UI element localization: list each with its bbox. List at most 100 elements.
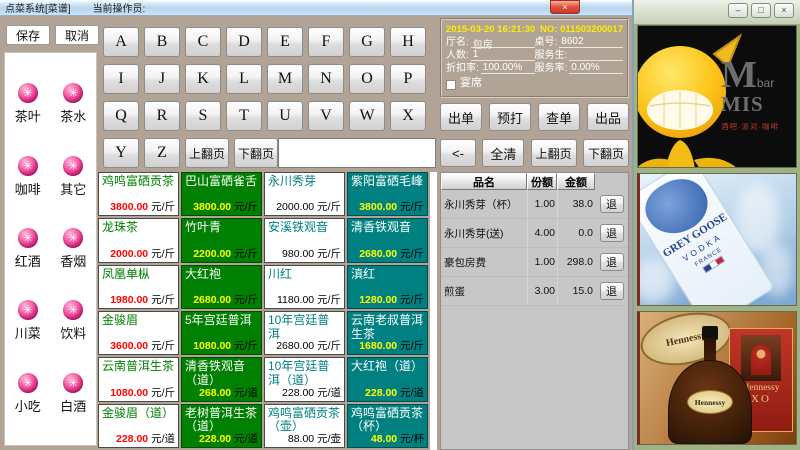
cancel-button[interactable]: 取消 bbox=[55, 25, 99, 45]
category-button[interactable]: ✳ 饮料 bbox=[60, 300, 86, 342]
menu-item-name: 滇红 bbox=[351, 268, 424, 282]
keyboard-key[interactable]: I bbox=[103, 64, 139, 94]
menu-item-price-row: 1180.00 元/斤 bbox=[277, 294, 341, 306]
menu-item-name: 竹叶青 bbox=[185, 221, 258, 235]
keyboard-key[interactable]: P bbox=[390, 64, 426, 94]
menu-item[interactable]: 云南老叔普洱生茶 1680.00 元/斤 bbox=[347, 311, 428, 355]
keyboard-key[interactable]: X bbox=[390, 101, 426, 131]
keyboard-key[interactable]: 下翻页 bbox=[234, 138, 278, 168]
keyboard-key[interactable]: V bbox=[308, 101, 344, 131]
menu-item[interactable]: 巴山富硒雀舌 3800.00 元/斤 bbox=[181, 172, 262, 216]
menu-item[interactable]: 永川秀芽 2000.00 元/斤 bbox=[264, 172, 345, 216]
menu-item[interactable]: 清香铁观音 2680.00 元/斤 bbox=[347, 218, 428, 262]
keyboard-key[interactable]: B bbox=[144, 27, 180, 57]
menu-item[interactable]: 大红袍 2680.00 元/斤 bbox=[181, 265, 262, 309]
minimize-button[interactable]: – bbox=[728, 3, 748, 18]
menu-item[interactable]: 鸡鸣富硒贡茶（杯） 48.00 元/杯 bbox=[347, 404, 428, 448]
category-button[interactable]: ✳ 茶水 bbox=[60, 83, 86, 125]
keyboard-key[interactable]: Z bbox=[144, 138, 180, 168]
menu-item-price-row: 3800.00 元/斤 bbox=[110, 201, 175, 213]
save-button[interactable]: 保存 bbox=[6, 25, 50, 45]
menu-item[interactable]: 金骏眉（道） 228.00 元/道 bbox=[98, 404, 179, 448]
menu-item[interactable]: 金骏眉 3600.00 元/斤 bbox=[98, 311, 179, 355]
search-input[interactable] bbox=[278, 138, 436, 168]
keyboard-key[interactable]: 上翻页 bbox=[185, 138, 229, 168]
category-label: 香烟 bbox=[60, 251, 86, 270]
category-button[interactable]: ✳ 川菜 bbox=[15, 300, 41, 342]
category-button[interactable]: ✳ 红酒 bbox=[15, 228, 41, 270]
category-button[interactable]: ✳ 茶叶 bbox=[15, 83, 41, 125]
action-button[interactable]: <- bbox=[440, 139, 476, 167]
category-button[interactable]: ✳ 其它 bbox=[60, 156, 86, 198]
menu-item[interactable]: 竹叶青 2200.00 元/斤 bbox=[181, 218, 262, 262]
menu-item[interactable]: 凤凰单枞 1980.00 元/斤 bbox=[98, 265, 179, 309]
menu-item-name: 紫阳富硒毛峰 bbox=[351, 175, 424, 189]
action-button[interactable]: 上翻页 bbox=[531, 139, 577, 167]
menu-item-name: 云南老叔普洱生茶 bbox=[351, 314, 424, 342]
menu-item-price-row: 980.00 元/斤 bbox=[282, 248, 341, 260]
restore-button[interactable]: □ bbox=[751, 3, 771, 18]
keyboard-key[interactable]: G bbox=[349, 27, 385, 57]
action-button[interactable]: 下翻页 bbox=[583, 139, 629, 167]
menu-item[interactable]: 10年宫廷普洱（道） 228.00 元/道 bbox=[264, 357, 345, 401]
order-item-qty: 1.00 bbox=[527, 190, 557, 218]
menu-item[interactable]: 安溪铁观音 980.00 元/斤 bbox=[264, 218, 345, 262]
menu-item[interactable]: 5年宫廷普洱 1080.00 元/斤 bbox=[181, 311, 262, 355]
return-item-button[interactable]: 退 bbox=[600, 224, 624, 242]
category-button[interactable]: ✳ 白酒 bbox=[60, 373, 86, 415]
menu-item[interactable]: 川红 1180.00 元/斤 bbox=[264, 265, 345, 309]
action-button[interactable]: 全清 bbox=[482, 139, 524, 167]
keyboard-key[interactable]: Y bbox=[103, 138, 139, 168]
menu-item[interactable]: 龙珠茶 2000.00 元/斤 bbox=[98, 218, 179, 262]
keyboard-key[interactable]: K bbox=[185, 64, 221, 94]
keyboard-key[interactable]: H bbox=[390, 27, 426, 57]
menu-item-price-row: 48.00 元/杯 bbox=[371, 433, 424, 445]
action-button[interactable]: 预打 bbox=[489, 103, 531, 131]
keyboard-key[interactable]: E bbox=[267, 27, 303, 57]
close-button[interactable]: × bbox=[774, 3, 794, 18]
menu-item[interactable]: 老树普洱生茶（道） 228.00 元/道 bbox=[181, 404, 262, 448]
keyboard-key[interactable]: L bbox=[226, 64, 262, 94]
menu-item[interactable]: 鸡鸣富硒贡茶 3800.00 元/斤 bbox=[98, 172, 179, 216]
keyboard-key[interactable]: D bbox=[226, 27, 262, 57]
category-button[interactable]: ✳ 小吃 bbox=[15, 373, 41, 415]
keyboard-key[interactable]: A bbox=[103, 27, 139, 57]
keyboard-key[interactable]: O bbox=[349, 64, 385, 94]
menu-item[interactable]: 云南普洱生茶 1080.00 元/斤 bbox=[98, 357, 179, 401]
return-item-button[interactable]: 退 bbox=[600, 282, 624, 300]
keyboard-key[interactable]: M bbox=[267, 64, 303, 94]
menu-item[interactable]: 大红袍（道） 228.00 元/道 bbox=[347, 357, 428, 401]
menu-item[interactable]: 鸡鸣富硒贡茶（壶） 88.00 元/壶 bbox=[264, 404, 345, 448]
app-close-button[interactable]: × bbox=[550, 0, 580, 14]
menu-item[interactable]: 紫阳富硒毛峰 3800.00 元/斤 bbox=[347, 172, 428, 216]
category-button[interactable]: ✳ 香烟 bbox=[60, 228, 86, 270]
keyboard-key[interactable]: F bbox=[308, 27, 344, 57]
keyboard-key[interactable]: S bbox=[185, 101, 221, 131]
category-button[interactable]: ✳ 咖啡 bbox=[15, 156, 41, 198]
keyboard-row-4: YZ上翻页下翻页 bbox=[103, 138, 278, 168]
keyboard-key[interactable]: Q bbox=[103, 101, 139, 131]
action-button[interactable]: 查单 bbox=[538, 103, 580, 131]
menu-item-name: 永川秀芽 bbox=[268, 175, 341, 189]
action-button[interactable]: 出单 bbox=[440, 103, 482, 131]
menu-item[interactable]: 10年宫廷普洱 2680.00 元/斤 bbox=[264, 311, 345, 355]
menu-item[interactable]: 滇红 1280.00 元/斤 bbox=[347, 265, 428, 309]
keyboard-key[interactable]: U bbox=[267, 101, 303, 131]
keyboard-key[interactable]: T bbox=[226, 101, 262, 131]
return-item-button[interactable]: 退 bbox=[600, 195, 624, 213]
keyboard-key[interactable]: W bbox=[349, 101, 385, 131]
return-item-button[interactable]: 退 bbox=[600, 253, 624, 271]
menu-item-price-row: 228.00 元/道 bbox=[282, 387, 341, 399]
menu-item-price: 2680.00 bbox=[276, 340, 314, 352]
keyboard-key[interactable]: R bbox=[144, 101, 180, 131]
keyboard-key[interactable]: N bbox=[308, 64, 344, 94]
keyboard-key[interactable]: C bbox=[185, 27, 221, 57]
banquet-checkbox[interactable] bbox=[446, 80, 456, 90]
keyboard-key[interactable]: J bbox=[144, 64, 180, 94]
menu-item[interactable]: 清香铁观音（道） 268.00 元/道 bbox=[181, 357, 262, 401]
action-button[interactable]: 出品 bbox=[587, 103, 629, 131]
menu-item-price-row: 2680.00 元/斤 bbox=[276, 340, 341, 352]
flower-icon: ✳ bbox=[18, 83, 38, 103]
menu-item-unit: 元/斤 bbox=[400, 201, 424, 213]
menu-item-price-row: 2680.00 元/斤 bbox=[193, 294, 258, 306]
